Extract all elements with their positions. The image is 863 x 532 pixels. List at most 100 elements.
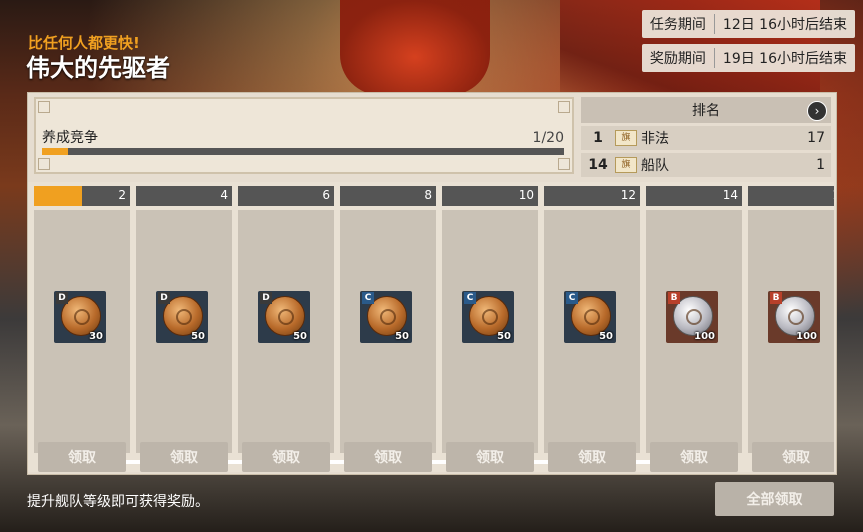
tier-threshold: 1: [832, 188, 834, 202]
tier-progress-bar: 2: [34, 186, 130, 206]
tier-threshold: 12: [620, 188, 636, 202]
reward-period: 奖励期间 19日 16小时后结束: [641, 44, 855, 72]
ranking-score: 1: [816, 157, 825, 173]
tier-progress-bar: 10: [442, 186, 538, 206]
ornament-corner: [558, 101, 570, 113]
tier-progress-bar: 8: [340, 186, 436, 206]
tier-body: B 100 领取: [748, 210, 834, 472]
compass-hub: [788, 309, 804, 325]
tier-threshold: 14: [722, 188, 738, 202]
reward-quantity: 50: [599, 331, 613, 342]
reward-quantity: 50: [395, 331, 409, 342]
grade-badge: C: [566, 292, 578, 304]
event-panel: 养成竞争 1/20 排名 › 1 旗 非法 17 14 旗 船队 1 2 D 30 领…: [27, 92, 837, 475]
grade-badge: B: [770, 292, 782, 304]
compass-hub: [584, 309, 600, 325]
reward-quantity: 100: [694, 331, 715, 342]
reward-tier: 10 C 50 领取: [442, 186, 538, 472]
compass-reward-icon[interactable]: C 50: [564, 291, 616, 343]
tier-body: C 50 领取: [340, 210, 436, 472]
tier-body: D 30 领取: [34, 210, 130, 472]
ranking-score: 17: [807, 130, 825, 146]
ranking-position: 1: [593, 130, 603, 146]
tier-body: C 50 领取: [544, 210, 640, 472]
grade-badge: D: [56, 292, 68, 304]
tier-progress-bar: 1: [748, 186, 834, 206]
compass-reward-icon[interactable]: B 100: [666, 291, 718, 343]
claim-button[interactable]: 领取: [446, 442, 534, 472]
claim-button[interactable]: 领取: [38, 442, 126, 472]
claim-button[interactable]: 领取: [548, 442, 636, 472]
compass-hub: [686, 309, 702, 325]
grade-badge: C: [464, 292, 476, 304]
compass-reward-icon[interactable]: D 50: [258, 291, 310, 343]
reward-tier: 4 D 50 领取: [136, 186, 232, 472]
reward-tier: 6 D 50 领取: [238, 186, 334, 472]
fleet-flag-icon: 旗: [615, 130, 637, 146]
claim-button[interactable]: 领取: [650, 442, 738, 472]
reward-tier: 12 C 50 领取: [544, 186, 640, 472]
compass-reward-icon[interactable]: C 50: [360, 291, 412, 343]
compass-hub: [278, 309, 294, 325]
mission-name: 养成竞争: [42, 130, 98, 146]
tier-threshold: 8: [424, 188, 432, 202]
ranking-row: 1 旗 非法 17: [581, 126, 831, 150]
grade-badge: C: [362, 292, 374, 304]
ornament-corner: [38, 158, 50, 170]
tier-threshold: 10: [518, 188, 534, 202]
reward-tier: 14 B 100 领取: [646, 186, 742, 472]
claim-button[interactable]: 领取: [752, 442, 834, 472]
compass-reward-icon[interactable]: C 50: [462, 291, 514, 343]
tier-progress-bar: 4: [136, 186, 232, 206]
ornament-corner: [38, 101, 50, 113]
grade-badge: D: [158, 292, 170, 304]
fleet-flag-icon: 旗: [615, 157, 637, 173]
reward-tier: 1 B 100 领取: [748, 186, 834, 472]
reward-quantity: 50: [497, 331, 511, 342]
ranking-position: 14: [588, 157, 608, 173]
tier-body: B 100 领取: [646, 210, 742, 472]
compass-reward-icon[interactable]: D 50: [156, 291, 208, 343]
reward-quantity: 100: [796, 331, 817, 342]
ranking-header[interactable]: 排名 ›: [581, 97, 831, 123]
mission-card: 养成竞争 1/20: [34, 97, 574, 174]
compass-hub: [482, 309, 498, 325]
claim-button[interactable]: 领取: [344, 442, 432, 472]
compass-reward-icon[interactable]: D 30: [54, 291, 106, 343]
ranking-panel: 排名 › 1 旗 非法 17 14 旗 船队 1: [581, 97, 831, 177]
tier-body: D 50 领取: [238, 210, 334, 472]
chevron-right-icon[interactable]: ›: [807, 101, 827, 121]
ranking-row: 14 旗 船队 1: [581, 153, 831, 177]
ranking-name: 非法: [641, 131, 669, 147]
compass-hub: [74, 309, 90, 325]
mission-progress-bar: [42, 148, 564, 155]
mission-progress-fill: [42, 148, 69, 155]
footer-hint: 提升舰队等级即可获得奖励。: [27, 494, 209, 510]
reward-quantity: 50: [191, 331, 205, 342]
mission-period-label: 任务期间: [642, 14, 715, 34]
reward-track[interactable]: 2 D 30 领取 4 D 50 领取 6 D 50 领取 8 C 50 领取 10 C 50 领取 12 C 50 领取 14…: [28, 182, 834, 472]
grade-badge: B: [668, 292, 680, 304]
event-title: 伟大的先驱者: [26, 54, 170, 82]
claim-all-button[interactable]: 全部领取: [715, 482, 834, 516]
grade-badge: D: [260, 292, 272, 304]
tier-progress-bar: 14: [646, 186, 742, 206]
claim-button[interactable]: 领取: [242, 442, 330, 472]
ranking-title: 排名: [692, 103, 720, 119]
mission-period-value: 12日 16小时后结束: [722, 17, 847, 33]
compass-hub: [380, 309, 396, 325]
tier-body: D 50 领取: [136, 210, 232, 472]
reward-tier: 2 D 30 领取: [34, 186, 130, 472]
tier-progress-fill: [34, 186, 82, 206]
compass-reward-icon[interactable]: B 100: [768, 291, 820, 343]
background-sail-left: [340, 0, 490, 95]
reward-quantity: 30: [89, 331, 103, 342]
reward-period-value: 19日 16小时后结束: [722, 51, 847, 67]
mission-count: 1/20: [532, 130, 564, 146]
ornament-corner: [558, 158, 570, 170]
reward-period-label: 奖励期间: [642, 48, 715, 68]
mission-period: 任务期间 12日 16小时后结束: [641, 10, 855, 38]
compass-hub: [176, 309, 192, 325]
claim-button[interactable]: 领取: [140, 442, 228, 472]
tier-progress-bar: 12: [544, 186, 640, 206]
